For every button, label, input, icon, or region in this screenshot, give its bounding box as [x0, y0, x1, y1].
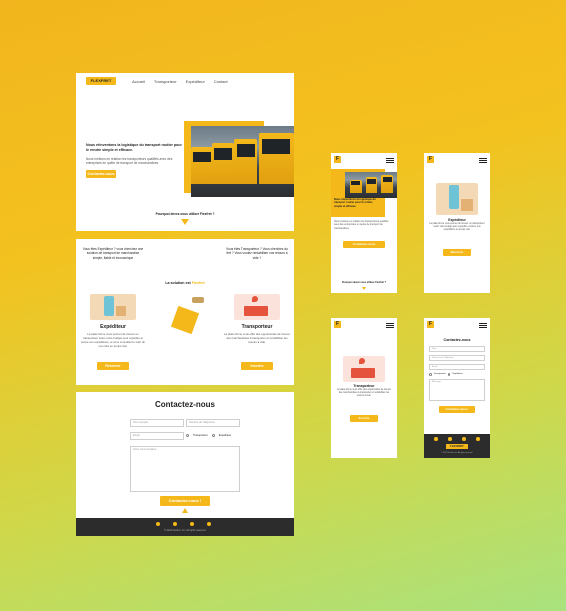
radio-shipper[interactable] — [211, 434, 215, 437]
mobile-logo-text: F — [335, 156, 340, 162]
mobile-email-input[interactable]: Email — [429, 364, 485, 370]
message-textarea[interactable]: Votre commentaires... — [130, 446, 240, 492]
hands-puzzle-illustration — [162, 295, 210, 339]
contact-title: Contactez-nous — [155, 400, 215, 409]
shipper-title: Expéditeur — [100, 324, 126, 330]
contact-submit-button[interactable]: Contactez-nous ! — [160, 496, 210, 506]
carrier-title: Transporteur — [241, 324, 273, 330]
footer-copyright: © 2022 Flexfret, Inc. All rights reserve… — [164, 529, 206, 532]
mobile-contact-submit[interactable]: Contactez-nous ! — [439, 406, 475, 413]
desktop-footer: © 2022 Flexfret, Inc. All rights reserve… — [76, 518, 294, 536]
mobile-radio-shipper[interactable] — [447, 373, 451, 376]
mobile-contact-panel: F Contactez-nous Nom Numéro de Téléphone… — [424, 318, 490, 458]
mobile-role-radios: Transporteur Expéditeur — [429, 373, 463, 376]
mobile-radio-carrier[interactable] — [429, 373, 432, 376]
twitter-icon[interactable] — [190, 522, 194, 526]
role-radios: Transporteur Expéditeur — [186, 434, 231, 437]
hero-contact-button[interactable]: Contactez-nous — [86, 170, 116, 178]
mobile-logo-text-4: F — [428, 321, 433, 327]
desktop-contact-panel: Contactez-nous Nom complet Numéro de Tél… — [76, 392, 294, 536]
mobile-carrier-panel: F Transporteur La plate-forme vous offre… — [331, 318, 397, 458]
mobile-hero-sub: Nous mettons en relation les transporteu… — [334, 220, 389, 230]
solution-title-brand: Flexfret — [191, 281, 205, 285]
instagram-icon[interactable] — [448, 437, 452, 441]
hero-title: Nous réinventons la logistique du transp… — [86, 143, 182, 152]
mobile-hero-image — [345, 172, 397, 198]
desktop-hero-panel: FLEXFRET Accueil Transporteur Expéditeur… — [76, 73, 294, 231]
instagram-icon[interactable] — [173, 522, 177, 526]
twitter-icon[interactable] — [462, 437, 466, 441]
nav-item-contact[interactable]: Contact — [214, 79, 228, 84]
solution-title-prefix: La solution est — [165, 281, 191, 285]
mobile-shipper-button[interactable]: Réserver — [443, 249, 471, 256]
mobile-carrier-text: La plate-forme vous offre des opportunit… — [336, 389, 392, 398]
mobile-footer: FLEXFRET © 2022 Flexfret, Inc. All right… — [424, 434, 490, 458]
mobile-footer-copyright: © 2022 Flexfret, Inc. All rights reserve… — [441, 452, 473, 454]
top-nav: Accueil Transporteur Expéditeur Contact — [132, 79, 228, 84]
shipper-text: La plate-forme vous permet de trouver un… — [81, 332, 145, 348]
hero-trucks-image — [191, 126, 294, 197]
carrier-text: La plate-forme vous offre des opportunit… — [224, 332, 290, 344]
mobile-phone-input[interactable]: Numéro de Téléphone — [429, 355, 485, 361]
mobile-shipper-title: Expéditeur — [448, 218, 466, 222]
mobile-radio-shipper-label: Expéditeur — [452, 373, 463, 376]
chevron-down-icon[interactable] — [181, 219, 189, 225]
facebook-icon[interactable] — [434, 437, 438, 441]
mobile-carrier-title: Transporteur — [353, 384, 375, 388]
radio-shipper-label: Expéditeur — [218, 434, 232, 437]
hamburger-menu-icon[interactable] — [386, 157, 394, 164]
mobile-carrier-button[interactable]: Inscrire — [350, 415, 378, 422]
name-input[interactable]: Nom complet — [130, 419, 184, 427]
mobile-hero-title: Nous réinventons la logistique du transp… — [334, 198, 376, 208]
chevron-up-icon[interactable] — [182, 508, 188, 513]
hero-subtitle: Nous mettons en relation les transporteu… — [86, 157, 173, 166]
hamburger-menu-icon[interactable] — [479, 322, 487, 329]
mobile-contact-title: Contactez-nous — [443, 338, 471, 342]
mobile-logo-3[interactable]: F — [334, 321, 341, 328]
radio-carrier-label: Transporteur — [193, 434, 208, 437]
carrier-illustration — [234, 294, 280, 320]
carrier-signup-button[interactable]: Inscrire — [241, 362, 273, 370]
email-input[interactable]: Email — [130, 432, 184, 440]
logo-text: FLEXFRET — [90, 78, 112, 83]
mobile-radio-carrier-label: Transporteur — [433, 373, 446, 376]
mobile-name-input[interactable]: Nom — [429, 346, 485, 352]
mobile-hero-contact-button[interactable]: Contactez-nous — [343, 241, 385, 248]
nav-item-expediteur[interactable]: Expéditeur — [186, 79, 205, 84]
mobile-footer-logo-text: FLEXFRET — [450, 445, 464, 448]
mobile-logo-2[interactable]: F — [427, 156, 434, 163]
mobile-chevron-down-icon[interactable] — [362, 287, 366, 290]
hamburger-menu-icon[interactable] — [386, 322, 394, 329]
hamburger-menu-icon[interactable] — [479, 157, 487, 164]
mobile-logo-4[interactable]: F — [427, 321, 434, 328]
mobile-shipper-panel: F Expéditeur La plate-forme vous permet … — [424, 153, 490, 293]
nav-item-accueil[interactable]: Accueil — [132, 79, 145, 84]
phone-input[interactable]: Numéro de Téléphone — [186, 419, 240, 427]
carrier-question: Vous êtes Transporteur ? Vous cherchez d… — [226, 247, 288, 260]
mobile-why-text: Pourquoi devez-vous utiliser Flexfret ? — [341, 281, 387, 284]
mobile-logo-text-2: F — [428, 156, 433, 162]
mobile-shipper-illustration — [436, 183, 478, 215]
radio-carrier[interactable] — [186, 434, 189, 437]
shipper-question: Vous êtes Expéditeur ? vous cherchez une… — [82, 247, 144, 260]
mobile-shipper-text: La plate-forme vous permet de trouver un… — [429, 223, 485, 232]
desktop-solution-panel: Vous êtes Expéditeur ? vous cherchez une… — [76, 239, 294, 385]
shipper-book-button[interactable]: Réserver — [97, 362, 129, 370]
mobile-carrier-illustration — [343, 356, 385, 382]
logo[interactable]: FLEXFRET — [86, 77, 116, 85]
linkedin-icon[interactable] — [207, 522, 211, 526]
mobile-hero-panel: F Nous réinventons la logistique du tran… — [331, 153, 397, 293]
shipper-illustration — [90, 294, 136, 320]
facebook-icon[interactable] — [156, 522, 160, 526]
mobile-message-textarea[interactable]: Message — [429, 379, 485, 401]
mobile-logo[interactable]: F — [334, 156, 341, 163]
mobile-footer-logo: FLEXFRET — [446, 444, 468, 449]
linkedin-icon[interactable] — [476, 437, 480, 441]
solution-center-title: La solution est Flexfret — [152, 281, 218, 285]
mobile-logo-text-3: F — [335, 321, 340, 327]
why-flexfret-text: Pourquoi devez-vous utiliser Flexfret ? — [155, 212, 215, 216]
nav-item-transporteur[interactable]: Transporteur — [154, 79, 177, 84]
